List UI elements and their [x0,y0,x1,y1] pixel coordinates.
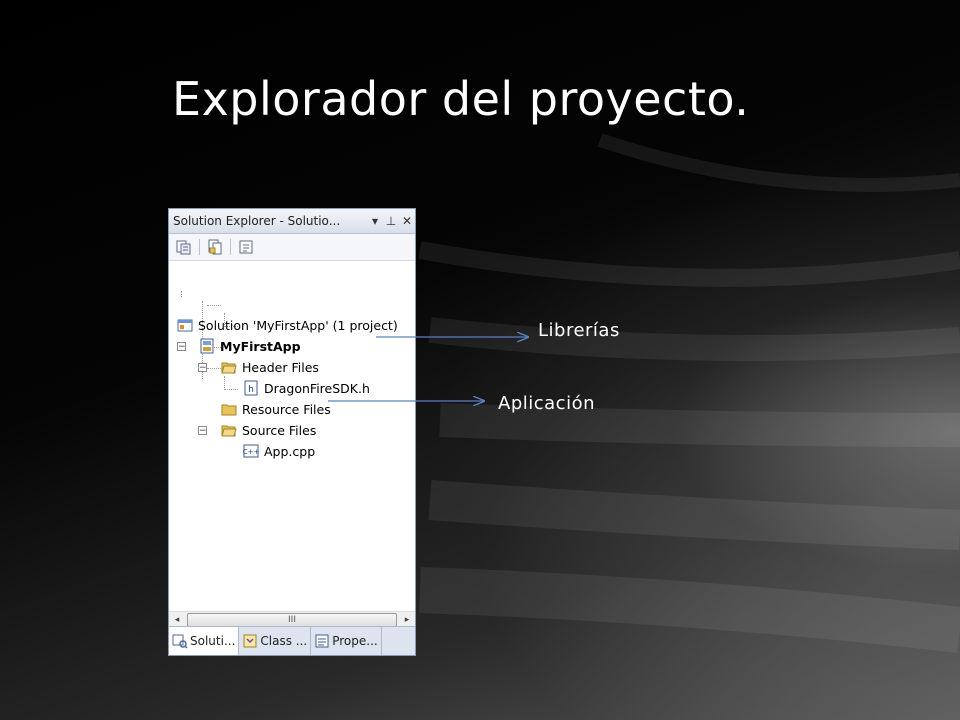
annotation-arrows [328,0,960,720]
annotation-aplicacion: Aplicación [498,393,595,414]
annotation-librerias: Librerías [538,320,620,341]
